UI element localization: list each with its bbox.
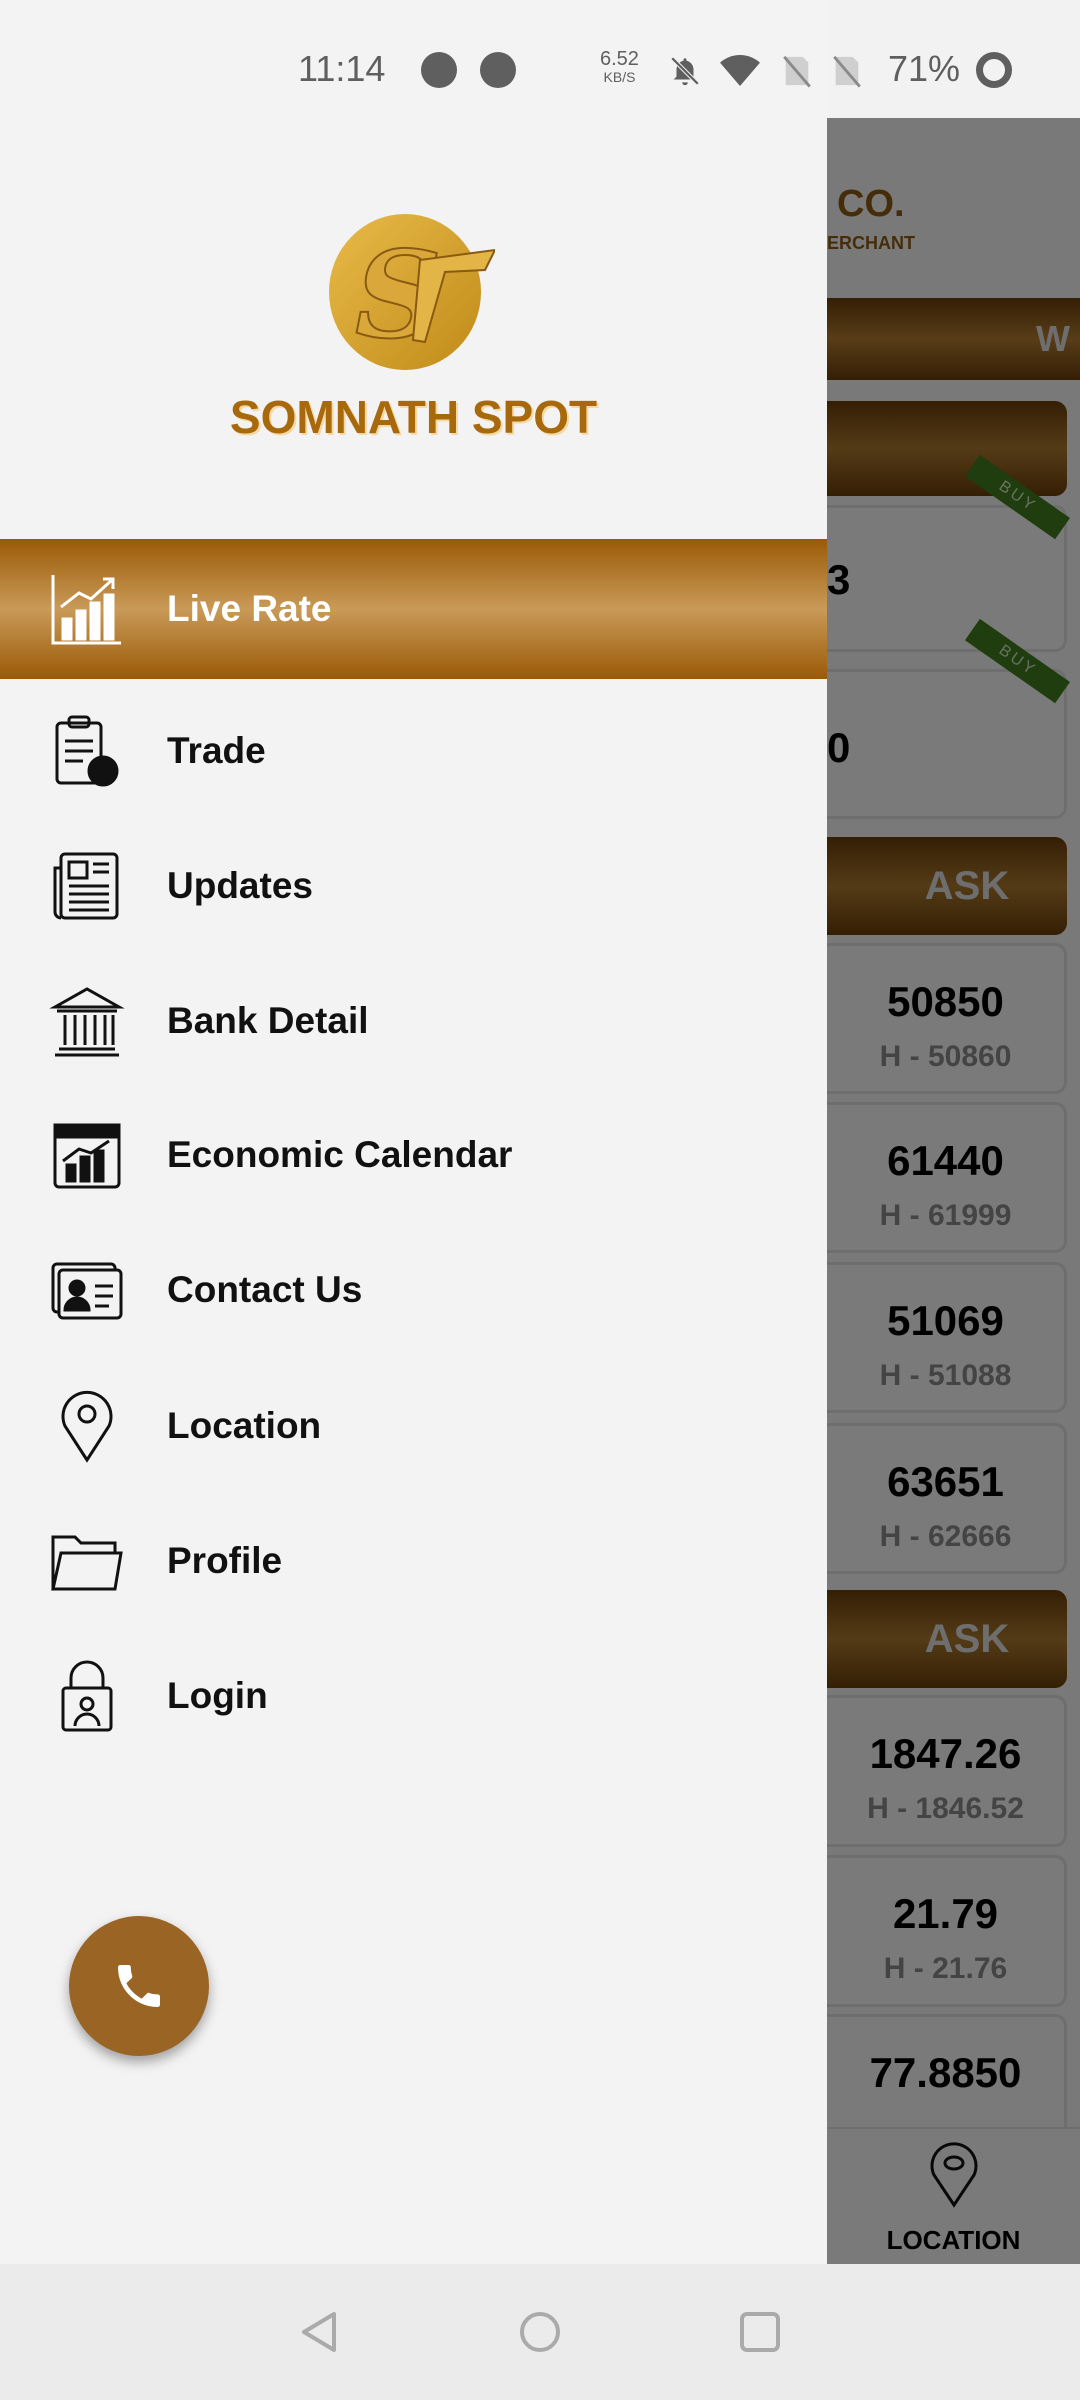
somnath-spot-logo: S bbox=[329, 214, 495, 370]
recents-icon[interactable] bbox=[738, 2310, 782, 2354]
lock-user-icon bbox=[47, 1656, 127, 1736]
menu-label: Bank Detail bbox=[167, 1000, 369, 1041]
menu-item-live-rate[interactable]: Live Rate bbox=[0, 539, 827, 679]
calendar-chart-icon bbox=[47, 1115, 127, 1195]
menu-item-location[interactable]: Location bbox=[0, 1356, 827, 1496]
menu-label: Trade bbox=[167, 730, 266, 771]
no-sim-icon bbox=[833, 55, 861, 88]
menu-item-trade[interactable]: Trade bbox=[0, 681, 827, 821]
wifi-icon bbox=[720, 55, 760, 86]
menu-label: Updates bbox=[167, 865, 313, 906]
battery-level: 71% bbox=[888, 48, 961, 89]
drawer-scrim[interactable] bbox=[827, 118, 1080, 2264]
phone-icon bbox=[118, 1965, 160, 2007]
system-navigation-bar bbox=[0, 2264, 1080, 2400]
menu-label: Contact Us bbox=[167, 1269, 363, 1310]
navigation-drawer: S SOMNATH SPOT Live Rate Trade Updates B… bbox=[0, 0, 827, 2264]
net-speed-value: 6.52 bbox=[600, 48, 639, 70]
menu-label: Login bbox=[167, 1675, 268, 1716]
menu-item-profile[interactable]: Profile bbox=[0, 1491, 827, 1631]
menu-item-bank-detail[interactable]: Bank Detail bbox=[0, 951, 827, 1091]
back-icon[interactable] bbox=[298, 2310, 342, 2354]
menu-label: Location bbox=[167, 1405, 322, 1446]
bank-icon bbox=[47, 981, 127, 1061]
battery-icon bbox=[976, 52, 1012, 88]
network-speed: 6.52 KB/S bbox=[600, 48, 639, 86]
map-pin-icon bbox=[47, 1386, 127, 1466]
menu-item-contact-us[interactable]: Contact Us bbox=[0, 1220, 827, 1360]
dot-notification-icon bbox=[480, 52, 516, 88]
home-icon[interactable] bbox=[518, 2310, 562, 2354]
menu-item-login[interactable]: Login bbox=[0, 1626, 827, 1766]
chart-icon bbox=[47, 569, 127, 649]
clipboard-chart-icon bbox=[47, 711, 127, 791]
menu-label: Economic Calendar bbox=[167, 1134, 513, 1175]
menu-item-updates[interactable]: Updates bbox=[0, 816, 827, 956]
menu-label: Profile bbox=[167, 1540, 283, 1581]
status-bar: 11:14 6.52 KB/S 71% bbox=[0, 0, 1080, 118]
menu-item-economic-calendar[interactable]: Economic Calendar bbox=[0, 1085, 827, 1225]
newspaper-icon bbox=[47, 846, 127, 926]
no-sim-icon bbox=[783, 55, 811, 88]
menu-label: Live Rate bbox=[167, 588, 332, 629]
contact-card-icon bbox=[47, 1250, 127, 1330]
brand-name: SOMNATH SPOT bbox=[229, 391, 598, 443]
bell-off-icon bbox=[670, 56, 700, 86]
call-button[interactable] bbox=[69, 1916, 209, 2056]
folder-icon bbox=[47, 1521, 127, 1601]
app-notification-icon bbox=[421, 52, 457, 88]
net-speed-unit: KB/S bbox=[603, 69, 636, 85]
clock: 11:14 bbox=[298, 48, 386, 89]
